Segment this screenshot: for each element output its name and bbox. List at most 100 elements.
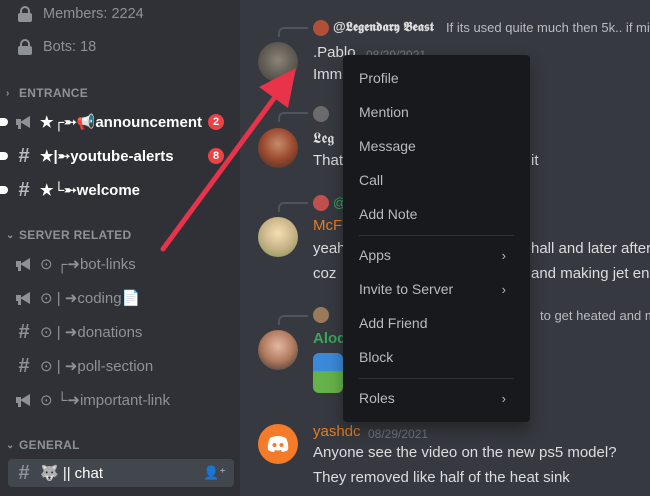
announcement-channel-icon [14,257,34,271]
menu-item-add-note[interactable]: Add Note [351,199,522,229]
channel-welcome[interactable]: # ★└➵ welcome [0,176,236,204]
message-text: That [313,152,344,169]
menu-label: Add Note [359,206,418,222]
channel-prefix: ⊙ | ➜ [40,290,78,307]
lock-icon [18,6,32,22]
members-count-channel[interactable]: Members: 2224 [18,2,144,26]
pepe-emoji-image [313,353,343,393]
channel-youtube-alerts[interactable]: # ★|➵ youtube-alerts 8 [0,142,236,170]
message-text: yeah [313,240,346,257]
message-text: Anyone see the video on the new ps5 mode… [313,444,617,461]
channel-prefix: ⊙ | ➜ [40,358,78,375]
category-label: GENERAL [19,438,80,452]
chevron-right-icon: › [501,247,506,263]
mention-badge: 2 [208,114,224,130]
menu-label: Apps [359,247,391,263]
menu-label: Mention [359,104,409,120]
menu-item-block[interactable]: Block [351,342,522,372]
channel-chat[interactable]: # 🐺 || chat 👤⁺ [8,459,234,487]
reply-avatar [313,106,329,122]
hash-icon: # [18,355,30,377]
channel-name: poll-section [77,357,154,375]
message-text: Imm [313,66,343,83]
category-general[interactable]: ⌄ GENERAL [6,437,80,453]
menu-item-add-friend[interactable]: Add Friend [351,308,522,338]
channel-prefix: ⊙ ┌➜ [40,256,80,273]
channel-name: announcement [95,113,203,131]
reply-username[interactable]: @𝕷𝖊𝖌𝖊𝖓𝖉𝖆𝖗𝖞 𝕭𝖊𝖆𝖘𝖙 [333,19,434,35]
category-label: ENTRANCE [19,86,89,100]
channel-important-link[interactable]: ⊙ └➜ important-link [14,386,236,414]
add-user-icon[interactable]: 👤⁺ [203,465,226,481]
channel-prefix: ★┌➵📢 [40,114,96,131]
channel-coding[interactable]: ⊙ | ➜ coding📄 [14,284,236,312]
hash-icon: # [18,462,30,484]
message-text-tail: hall and later after [531,240,650,257]
chevron-down-icon: ⌄ [6,229,15,241]
user-avatar[interactable] [258,330,298,370]
channel-announcement[interactable]: ★┌➵📢 announcement 2 [0,108,236,136]
channel-name: chat [74,464,103,482]
mention-badge: 8 [208,148,224,164]
channel-name: important-link [79,391,170,409]
channel-prefix: 🐺 || [40,465,71,482]
user-avatar[interactable] [258,42,298,82]
channel-prefix: ⊙ | ➜ [40,324,78,341]
menu-item-mention[interactable]: Mention [351,97,522,127]
message-timestamp: 08/29/2021 [368,427,429,441]
category-server-related[interactable]: ⌄ SERVER RELATED [6,227,131,243]
channel-sidebar: Members: 2224 Bots: 18 › ENTRANCE ★┌➵📢 a… [0,0,240,496]
menu-item-roles[interactable]: Roles › [351,383,522,413]
user-avatar[interactable] [258,217,298,257]
message-text: They removed like half of the heat sink [313,469,570,486]
message-author[interactable]: yashdc [313,423,361,440]
unread-indicator [0,118,8,126]
channel-name: coding📄 [77,290,141,307]
menu-item-apps[interactable]: Apps › [351,240,522,270]
reply-connector [278,27,308,37]
chevron-right-icon: › [6,87,10,99]
menu-item-call[interactable]: Call [351,165,522,195]
reply-avatar [313,195,329,211]
chevron-right-icon: › [501,281,506,297]
message-author[interactable]: 𝕷𝖊𝖌 [313,130,334,147]
unread-indicator [0,186,8,194]
message-author[interactable]: Alod [313,330,346,347]
category-entrance[interactable]: › ENTRANCE [6,85,88,101]
discord-window: Members: 2224 Bots: 18 › ENTRANCE ★┌➵📢 a… [0,0,650,496]
menu-label: Profile [359,70,399,86]
menu-item-message[interactable]: Message [351,131,522,161]
discord-default-avatar[interactable] [258,424,298,464]
message-text: coz [313,265,337,282]
channel-donations[interactable]: # ⊙ | ➜ donations [14,318,236,346]
channel-prefix: ★└➵ [40,182,77,199]
menu-label: Block [359,349,394,365]
reply-preview[interactable]: to get heated and ma [540,308,650,323]
channel-name: bot-links [79,255,136,273]
channel-prefix: ⊙ └➜ [40,392,80,409]
message-text-tail: it [531,152,539,169]
message-author[interactable]: McF [313,217,342,234]
channel-prefix: ★|➵ [40,148,71,165]
bots-count-channel[interactable]: Bots: 18 [18,35,96,59]
menu-label: Invite to Server [359,281,454,297]
channel-name: welcome [76,181,141,199]
menu-item-invite-to-server[interactable]: Invite to Server › [351,274,522,304]
hash-icon: # [18,145,30,167]
user-avatar[interactable] [258,128,298,168]
channel-name: youtube-alerts [70,147,174,165]
discord-logo-icon [267,436,289,452]
menu-label: Add Friend [359,315,428,331]
reply-preview[interactable]: If its used quite much then 5k.. if mi [446,20,650,35]
menu-item-profile[interactable]: Profile [351,63,522,93]
members-count-label: Members: 2224 [43,6,144,22]
menu-label: Call [359,172,384,188]
reply-connector [278,112,308,122]
channel-poll-section[interactable]: # ⊙ | ➜ poll-section [14,352,236,380]
chevron-right-icon: › [501,390,506,406]
hash-icon: # [18,179,30,201]
channel-bot-links[interactable]: ⊙ ┌➜ bot-links [14,250,236,278]
bots-count-label: Bots: 18 [43,39,97,55]
announcement-channel-icon [14,393,34,407]
reply-avatar [313,20,329,36]
